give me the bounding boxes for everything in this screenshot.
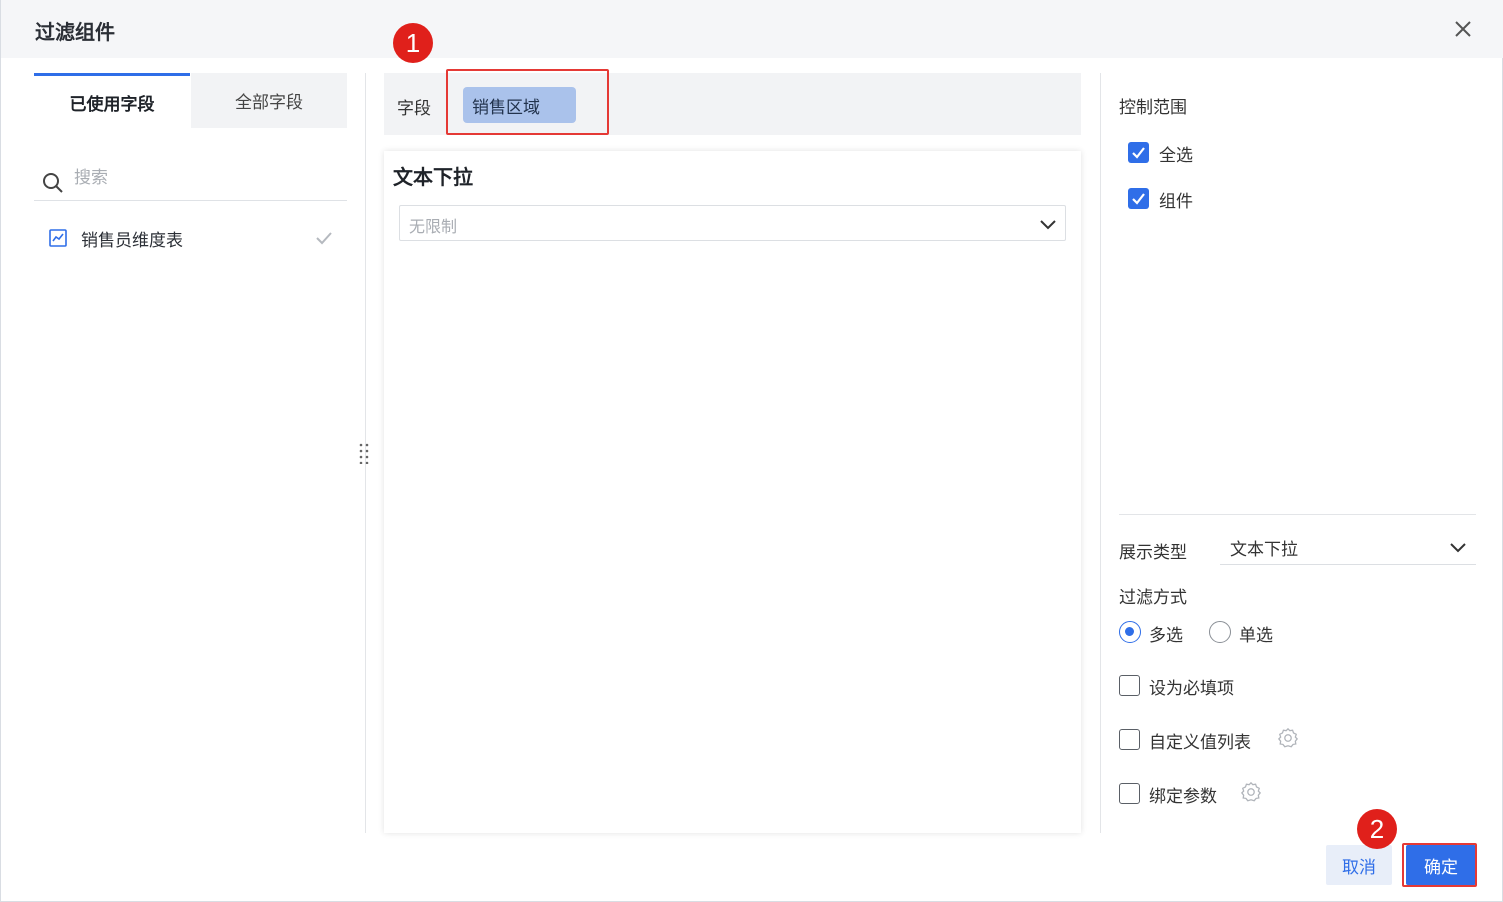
display-type-value: 文本下拉	[1230, 540, 1298, 560]
radio-multi-label: 多选	[1149, 626, 1183, 646]
cancel-button[interactable]: 取消	[1326, 845, 1392, 885]
chevron-down-icon	[1448, 537, 1468, 557]
tree-item-label: 销售员维度表	[81, 231, 183, 251]
tab-all-fields[interactable]: 全部字段	[191, 73, 347, 128]
search-box	[34, 163, 347, 201]
dialog-header: 过滤组件	[1, 0, 1503, 58]
custom-values-label: 自定义值列表	[1149, 733, 1251, 753]
select-all-checkbox[interactable]	[1128, 142, 1149, 163]
filter-mode-label: 过滤方式	[1119, 588, 1187, 608]
preview-panel: 文本下拉 无限制	[384, 151, 1081, 833]
filter-component-dialog: 过滤组件 已使用字段 全部字段 销售员维度表	[0, 0, 1503, 902]
highlight-box-1	[446, 69, 609, 135]
search-icon	[41, 171, 65, 195]
check-icon	[314, 228, 334, 248]
bind-param-checkbox[interactable]	[1119, 783, 1140, 804]
drag-handle-icon[interactable]	[357, 442, 371, 465]
search-input[interactable]	[74, 163, 334, 193]
gear-icon[interactable]	[1240, 781, 1262, 803]
dialog-title: 过滤组件	[35, 20, 115, 44]
radio-multi[interactable]	[1119, 621, 1141, 643]
tab-used-fields[interactable]: 已使用字段	[34, 73, 190, 128]
component-label: 组件	[1159, 192, 1193, 212]
highlight-box-2	[1402, 843, 1477, 887]
radio-single[interactable]	[1209, 621, 1231, 643]
component-checkbox[interactable]	[1128, 188, 1149, 209]
chart-table-icon	[48, 228, 68, 248]
gear-icon[interactable]	[1277, 727, 1299, 749]
required-checkbox[interactable]	[1119, 675, 1140, 696]
radio-single-label: 单选	[1239, 626, 1273, 646]
preview-dropdown[interactable]: 无限制	[399, 205, 1066, 241]
bind-param-label: 绑定参数	[1149, 787, 1217, 807]
preview-dropdown-value: 无限制	[409, 217, 458, 236]
step-badge-1: 1	[393, 23, 433, 63]
settings-divider	[1119, 514, 1476, 515]
step-badge-2: 2	[1357, 809, 1397, 849]
close-icon[interactable]	[1451, 17, 1475, 41]
settings-panel: 控制范围 全选 组件 展示类型 文本下拉 过滤方式 多选 单选 设为必填项 自定…	[1100, 73, 1503, 833]
scope-label: 控制范围	[1119, 98, 1187, 118]
field-tabs: 已使用字段 全部字段	[34, 73, 347, 128]
chevron-down-icon	[1038, 214, 1058, 234]
custom-values-checkbox[interactable]	[1119, 729, 1140, 750]
preview-title: 文本下拉	[393, 165, 473, 189]
required-label: 设为必填项	[1149, 679, 1234, 699]
field-panel: 已使用字段 全部字段 销售员维度表	[34, 73, 347, 251]
field-label: 字段	[397, 99, 431, 119]
display-type-select[interactable]: 文本下拉	[1220, 529, 1476, 565]
display-type-label: 展示类型	[1119, 543, 1187, 563]
select-all-label: 全选	[1159, 146, 1193, 166]
tree-item-table[interactable]: 销售员维度表	[34, 220, 347, 256]
